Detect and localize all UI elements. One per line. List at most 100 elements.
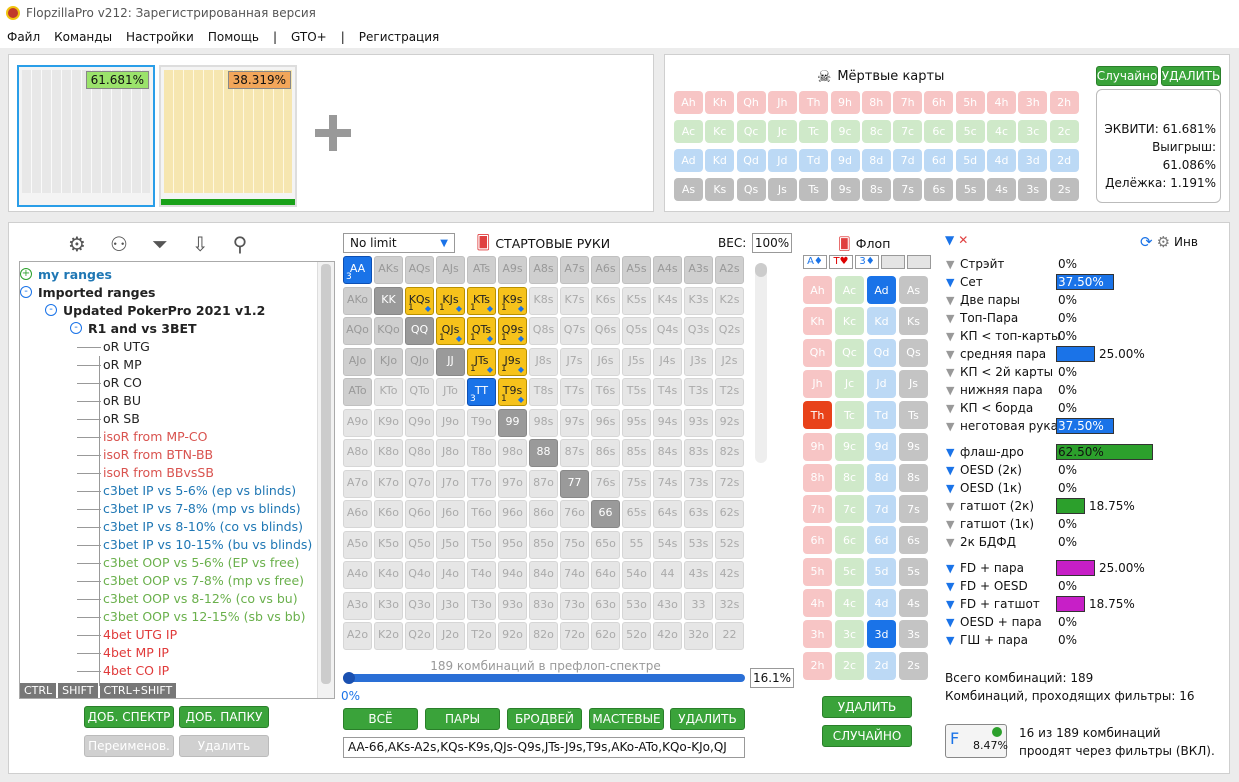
tree-item[interactable]: isoR from MP-CO: [103, 429, 207, 444]
hand-cell[interactable]: A6s: [591, 256, 620, 284]
random-flop-button[interactable]: СЛУЧАЙНО: [822, 725, 912, 747]
hand-cell[interactable]: T2o: [467, 622, 496, 650]
dead-card[interactable]: As: [674, 178, 703, 201]
hand-cell[interactable]: K3o: [374, 591, 403, 620]
hand-cell[interactable]: 85s: [622, 439, 651, 467]
dead-card[interactable]: Qd: [736, 149, 766, 172]
gear-icon[interactable]: ⚙: [1157, 233, 1170, 251]
range-thumb-1[interactable]: 61.681%: [17, 65, 155, 207]
flop-slot[interactable]: 3♦: [855, 255, 879, 269]
flop-card[interactable]: Ad: [867, 276, 896, 304]
flop-slot[interactable]: [907, 255, 931, 269]
hand-cell[interactable]: Q7o: [405, 469, 434, 498]
hand-cell[interactable]: 84o: [529, 561, 558, 589]
add-folder-button[interactable]: ДОБ. ПАПКУ: [179, 706, 269, 728]
dead-card[interactable]: 8h: [861, 91, 891, 114]
hand-cell[interactable]: A5o: [343, 530, 372, 559]
hand-cell[interactable]: AKo: [343, 286, 372, 315]
dead-card[interactable]: Qc: [736, 120, 766, 143]
dead-card[interactable]: Kd: [705, 149, 735, 172]
flop-card[interactable]: 6h: [803, 526, 832, 555]
dead-card[interactable]: 3c: [1018, 120, 1048, 143]
hand-cell[interactable]: 43s: [684, 561, 713, 589]
hand-cell[interactable]: 93s: [684, 408, 713, 437]
flop-card[interactable]: Qs: [899, 338, 928, 367]
flop-card[interactable]: 4d: [867, 589, 896, 617]
hand-cell[interactable]: A4s: [653, 256, 682, 284]
range-slider[interactable]: [343, 672, 745, 684]
hand-cell[interactable]: K9o: [374, 408, 403, 437]
filter-funnel-icon[interactable]: ▼: [946, 258, 957, 271]
clear-flop-button[interactable]: УДАЛИТЬ: [822, 696, 912, 718]
hand-cell[interactable]: 22: [715, 622, 744, 650]
filter-funnel-icon[interactable]: ▼: [946, 598, 957, 611]
hand-cell[interactable]: 82o: [529, 622, 558, 650]
hand-cell[interactable]: AJs: [436, 256, 465, 284]
flop-card[interactable]: 5s: [899, 557, 928, 586]
hand-cell[interactable]: JJ: [436, 347, 465, 376]
hand-cell[interactable]: 75o: [560, 530, 589, 559]
hand-cell[interactable]: J5o: [436, 530, 465, 559]
hand-cell[interactable]: KJs 1 ◆: [436, 286, 465, 315]
hand-cell[interactable]: K6s: [591, 286, 620, 315]
hand-cell[interactable]: 98s: [529, 408, 558, 437]
flop-card[interactable]: 9s: [899, 432, 928, 461]
hand-cell[interactable]: 95s: [622, 408, 651, 437]
stat-row[interactable]: ▼ OESD + пара: [946, 613, 1042, 631]
flop-card[interactable]: 7c: [835, 495, 864, 524]
dead-card[interactable]: 7d: [893, 149, 923, 172]
hand-cell[interactable]: J5s: [622, 347, 651, 376]
dead-card[interactable]: 8d: [861, 149, 891, 172]
flop-card[interactable]: 3s: [899, 620, 928, 649]
hand-cell[interactable]: 97s: [560, 408, 589, 437]
flop-card[interactable]: 8c: [835, 463, 864, 492]
hand-cell[interactable]: Q5s: [622, 317, 651, 345]
stat-row[interactable]: ▼ OESD (2к): [946, 461, 1022, 479]
tree-item[interactable]: c3bet IP vs 10-15% (bu vs blinds): [103, 537, 312, 552]
hand-cell[interactable]: Q8o: [405, 439, 434, 467]
hand-cell[interactable]: 53o: [622, 591, 651, 620]
flop-card[interactable]: Td: [867, 401, 896, 430]
hand-cell[interactable]: 74o: [560, 561, 589, 589]
menu-gto[interactable]: GTO+: [284, 30, 334, 44]
hand-cell[interactable]: A2o: [343, 622, 372, 650]
hand-cell[interactable]: K7o: [374, 469, 403, 498]
tree-item[interactable]: c3bet IP vs 8-10% (co vs blinds): [103, 519, 303, 534]
flop-card[interactable]: 4h: [803, 589, 832, 617]
flop-card[interactable]: 7s: [899, 495, 928, 524]
stat-row[interactable]: ▼ 2к БДФД: [946, 533, 1016, 551]
hand-cell[interactable]: Q5o: [405, 530, 434, 559]
hand-cell[interactable]: J3s: [684, 347, 713, 376]
flop-card[interactable]: Th: [803, 401, 832, 430]
dead-card[interactable]: 5c: [955, 120, 985, 143]
tree-item[interactable]: c3bet OOP vs 12-15% (sb vs bb): [103, 609, 306, 624]
flop-card[interactable]: 6s: [899, 526, 928, 555]
tree-item[interactable]: 4bet CO IP: [103, 663, 169, 678]
hand-cell[interactable]: K8o: [374, 439, 403, 467]
dead-card[interactable]: 7h: [893, 91, 923, 114]
flop-card[interactable]: Qd: [867, 338, 896, 367]
dead-card[interactable]: Qs: [736, 178, 766, 201]
dead-card[interactable]: 9c: [830, 120, 860, 143]
hand-cell[interactable]: Q8s: [529, 317, 558, 345]
flop-card[interactable]: 8h: [803, 463, 832, 492]
flop-card[interactable]: Qc: [835, 338, 864, 367]
filter-funnel-icon[interactable]: ▼: [946, 402, 957, 415]
hand-cell[interactable]: T8o: [467, 439, 496, 467]
weight-slider-thumb[interactable]: [755, 263, 767, 277]
gear-icon[interactable]: ⚙: [68, 232, 86, 256]
hand-cell[interactable]: 72s: [715, 469, 744, 498]
hand-cell[interactable]: 32o: [684, 622, 713, 650]
hand-cell[interactable]: J8o: [436, 439, 465, 467]
tree-expand-icon[interactable]: +: [20, 268, 32, 280]
hand-cell[interactable]: QTo: [405, 378, 434, 406]
dead-card[interactable]: 3d: [1018, 149, 1048, 172]
import-icon[interactable]: ⇩: [192, 232, 209, 256]
tree-item[interactable]: oR MP: [103, 357, 142, 372]
stat-row[interactable]: ▼ гатшот (1к): [946, 515, 1034, 533]
hand-cell[interactable]: 76o: [560, 500, 589, 528]
dead-card[interactable]: 2d: [1049, 149, 1079, 172]
hand-cell[interactable]: A8s: [529, 256, 558, 284]
filter-icon[interactable]: ▼: [945, 233, 954, 247]
filter-funnel-icon[interactable]: ▼: [946, 482, 957, 495]
